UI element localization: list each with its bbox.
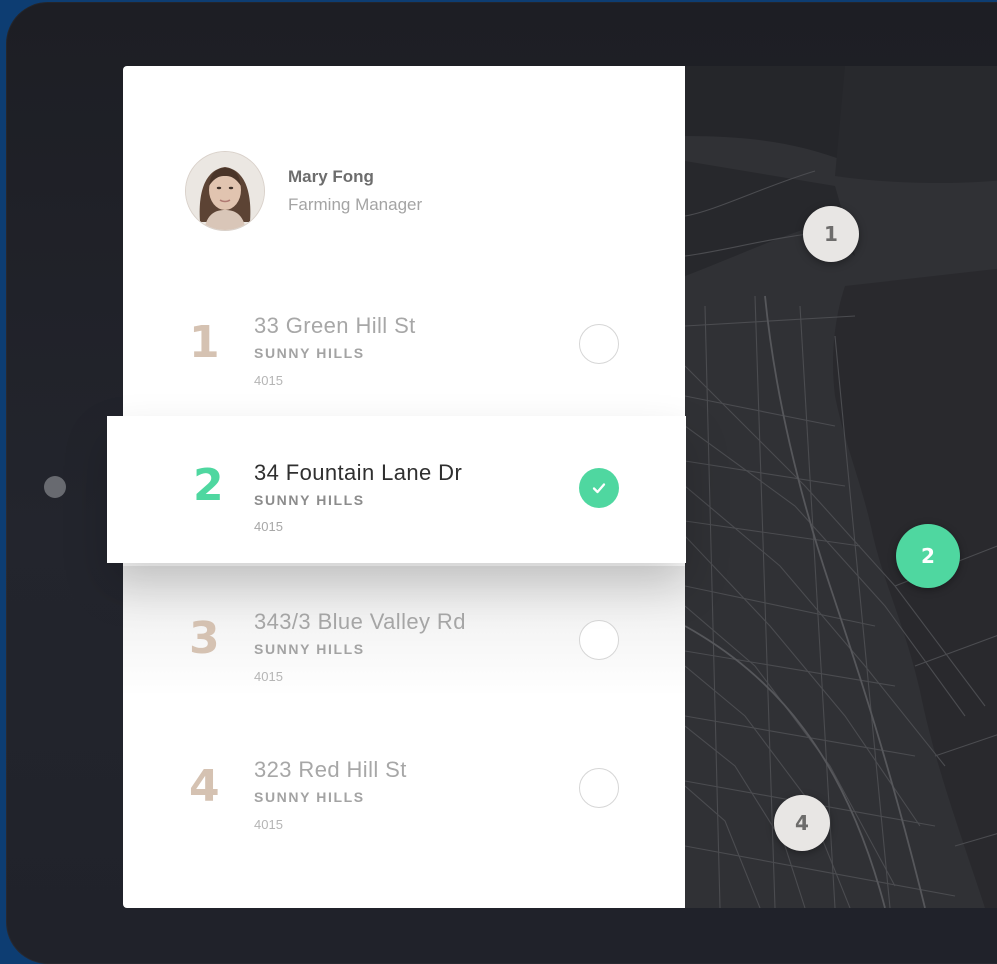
stop-address: 34 Fountain Lane Dr (254, 460, 463, 485)
map-marker-1[interactable]: 1 (803, 206, 859, 262)
stop-row-1[interactable]: 1 33 Green Hill St SUNNY HILLS 4015 (123, 314, 685, 424)
user-name: Mary Fong (288, 167, 374, 186)
stop-checkbox[interactable] (579, 768, 619, 808)
map-streets (685, 66, 997, 908)
profile-text: Mary Fong Farming Manager (288, 167, 422, 215)
map-marker-4[interactable]: 4 (774, 795, 830, 851)
stop-postcode: 4015 (254, 373, 283, 388)
route-map[interactable]: 1 2 4 (685, 66, 997, 908)
stop-number: 4 (189, 761, 220, 812)
stop-row-2[interactable]: 2 34 Fountain Lane Dr SUNNY HILLS 4015 (107, 416, 686, 563)
avatar-image (186, 152, 264, 230)
stop-checkbox[interactable] (579, 620, 619, 660)
stop-suburb: SUNNY HILLS (254, 345, 365, 361)
stop-postcode: 4015 (254, 817, 283, 832)
stop-checkbox[interactable] (579, 324, 619, 364)
stop-address: 323 Red Hill St (254, 757, 407, 782)
checkmark-icon (592, 483, 606, 494)
stop-number: 2 (193, 460, 224, 511)
map-marker-2[interactable]: 2 (896, 524, 960, 588)
user-role: Farming Manager (288, 195, 423, 214)
stop-postcode: 4015 (254, 669, 283, 684)
stop-checkbox-checked[interactable] (579, 468, 619, 508)
stop-suburb: SUNNY HILLS (254, 492, 365, 508)
stop-number: 3 (189, 613, 220, 664)
stop-address: 343/3 Blue Valley Rd (254, 609, 466, 634)
camera-dot (44, 476, 66, 498)
stop-postcode: 4015 (254, 519, 283, 534)
stop-row-4[interactable]: 4 323 Red Hill St SUNNY HILLS 4015 (123, 758, 685, 868)
avatar (186, 152, 264, 230)
stop-number: 1 (189, 317, 220, 368)
stop-row-3[interactable]: 3 343/3 Blue Valley Rd SUNNY HILLS 4015 (123, 610, 685, 720)
stop-address: 33 Green Hill St (254, 313, 416, 338)
stop-suburb: SUNNY HILLS (254, 641, 365, 657)
stop-suburb: SUNNY HILLS (254, 789, 365, 805)
user-profile: Mary Fong Farming Manager (186, 152, 422, 230)
